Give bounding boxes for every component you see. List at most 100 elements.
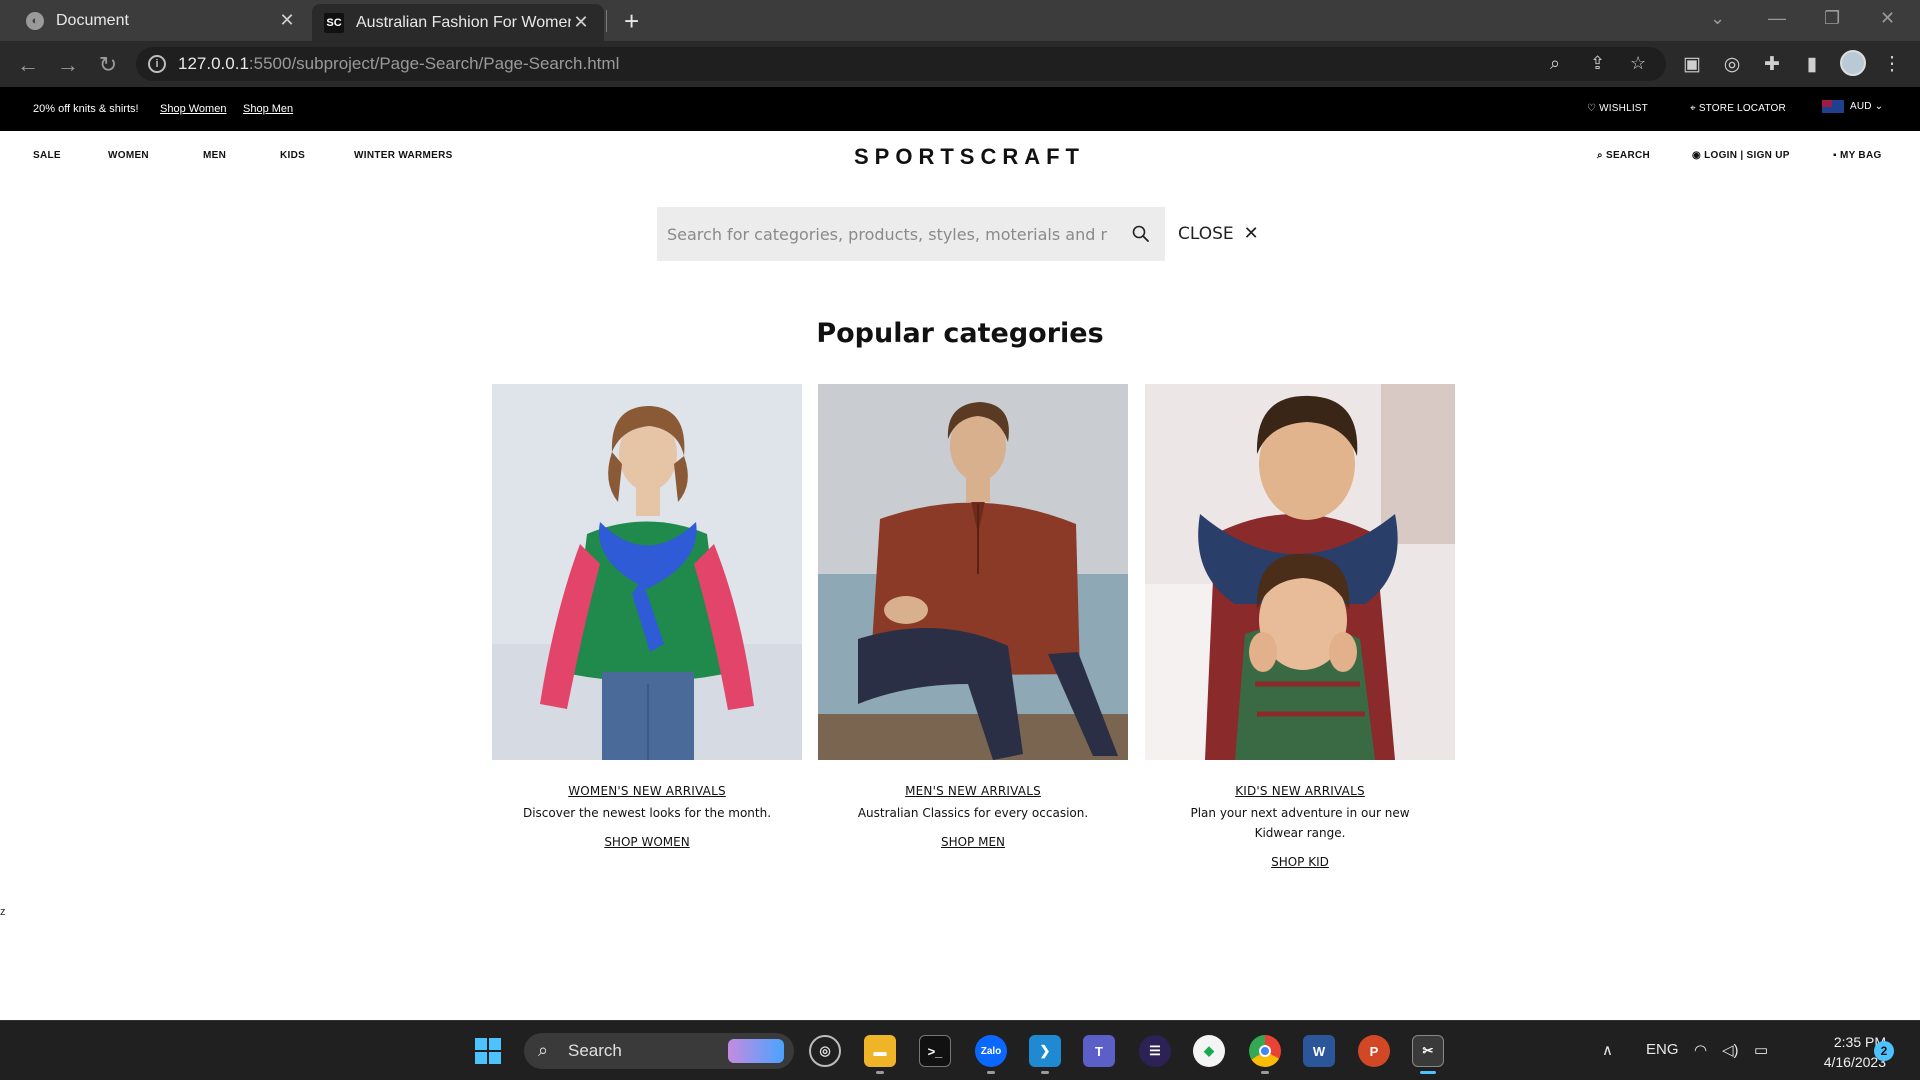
teams-icon[interactable]: T	[1083, 1035, 1115, 1067]
widgets-icon[interactable]: ◎	[809, 1035, 841, 1067]
taskbar-search-label: Search	[568, 1041, 622, 1060]
currency-selector[interactable]: AUD ⌄	[1822, 100, 1883, 113]
close-tab-icon[interactable]: ✕	[572, 13, 590, 31]
nav-men[interactable]: MEN	[203, 150, 226, 161]
tab-document[interactable]: ◐ Document ✕	[10, 0, 310, 41]
category-card-women: WOMEN'S NEW ARRIVALS Discover the newest…	[492, 384, 802, 849]
terminal-icon[interactable]: >_	[919, 1035, 951, 1067]
kids-category-image[interactable]	[1145, 384, 1455, 760]
side-panel-icon[interactable]: ▮	[1800, 53, 1824, 76]
map-pin-icon: ⌖	[1690, 103, 1699, 114]
zalo-icon[interactable]: Zalo	[975, 1035, 1007, 1067]
women-category-image[interactable]	[492, 384, 802, 760]
puzzle-extensions-icon[interactable]: ✚	[1760, 53, 1784, 76]
windows-start-icon[interactable]	[472, 1035, 504, 1067]
back-arrow-icon[interactable]: ←	[16, 52, 40, 78]
powerpoint-icon[interactable]: P	[1358, 1035, 1390, 1067]
battery-icon[interactable]: ▭	[1754, 1041, 1768, 1059]
active-indicator	[1420, 1071, 1436, 1074]
browser-tab-bar: ◐ Document ✕ SC Australian Fashion For W…	[0, 0, 1920, 41]
nav-login[interactable]: ◉ LOGIN | SIGN UP	[1692, 150, 1790, 161]
close-search-button[interactable]: CLOSE ✕	[1178, 223, 1259, 244]
zoom-icon[interactable]: ⌕	[1550, 53, 1560, 74]
chrome-icon[interactable]	[1249, 1035, 1281, 1067]
close-window-button[interactable]: ✕	[1880, 8, 1895, 29]
bookmark-star-icon[interactable]: ☆	[1630, 53, 1646, 74]
language-indicator[interactable]: ENG	[1646, 1041, 1679, 1058]
nav-women[interactable]: WOMEN	[108, 150, 149, 161]
extension-icon[interactable]: ▣	[1680, 53, 1704, 76]
tab-sportscraft[interactable]: SC Australian Fashion For Women & ✕	[312, 4, 604, 41]
minimize-button[interactable]: —	[1768, 8, 1786, 29]
nav-kids[interactable]: KIDS	[280, 150, 305, 161]
vscode-icon[interactable]: ❯	[1029, 1035, 1061, 1067]
running-indicator	[987, 1071, 995, 1074]
men-category-image[interactable]	[818, 384, 1128, 760]
search-box	[657, 207, 1165, 261]
nav-search[interactable]: ⌕ SEARCH	[1597, 150, 1650, 161]
category-title[interactable]: WOMEN'S NEW ARRIVALS	[492, 784, 802, 798]
shop-women-link[interactable]: Shop Women	[160, 103, 226, 115]
chevron-up-icon[interactable]: ∧	[1602, 1041, 1613, 1059]
shop-men-link[interactable]: Shop Men	[243, 103, 293, 115]
forward-arrow-icon[interactable]: →	[56, 52, 80, 78]
wifi-icon[interactable]: ◠	[1694, 1041, 1707, 1059]
category-description: Australian Classics for every occasion.	[857, 806, 1089, 820]
restore-button[interactable]: ❐	[1824, 8, 1840, 29]
new-tab-button[interactable]: +	[624, 6, 639, 37]
compass-extension-icon[interactable]: ◎	[1720, 53, 1744, 76]
share-icon[interactable]: ⇪	[1590, 53, 1605, 74]
word-icon[interactable]: W	[1303, 1035, 1335, 1067]
bag-icon: ▪	[1833, 150, 1840, 161]
search-icon[interactable]	[1131, 224, 1151, 244]
kebab-menu-icon[interactable]: ⋮	[1880, 53, 1904, 76]
shop-men-link[interactable]: SHOP MEN	[818, 835, 1128, 849]
profile-avatar[interactable]	[1840, 50, 1866, 76]
category-description: Discover the newest looks for the month.	[522, 806, 772, 820]
nav-winter-warmers[interactable]: WINTER WARMERS	[354, 150, 453, 161]
category-title[interactable]: MEN'S NEW ARRIVALS	[818, 784, 1128, 798]
address-bar[interactable]: i 127.0.0.1:5500/subproject/Page-Search/…	[136, 47, 1666, 81]
search-icon: ⌕	[538, 1040, 549, 1060]
tab-search-icon[interactable]: ⌄	[1710, 8, 1725, 29]
shop-women-link[interactable]: SHOP WOMEN	[492, 835, 802, 849]
taskbar-clock[interactable]: 2:35 PM 4/16/2023	[1796, 1032, 1886, 1072]
store-locator-link[interactable]: ⌖ STORE LOCATOR	[1690, 103, 1786, 114]
user-icon: ◉	[1692, 150, 1705, 161]
australia-flag-icon	[1822, 100, 1844, 113]
running-indicator	[1261, 1071, 1269, 1074]
snipping-tool-icon[interactable]: ✂	[1412, 1035, 1444, 1067]
site-info-icon[interactable]: i	[148, 55, 166, 73]
tab-title: Australian Fashion For Women &	[356, 13, 571, 31]
nav-sale[interactable]: SALE	[33, 150, 61, 161]
volume-icon[interactable]: ◁)	[1722, 1041, 1739, 1059]
clock-date: 4/16/2023	[1823, 1054, 1886, 1070]
tab-title: Document	[56, 11, 129, 29]
notification-badge[interactable]: 2	[1874, 1041, 1894, 1061]
url-text[interactable]: 127.0.0.1:5500/subproject/Page-Search/Pa…	[178, 54, 619, 74]
close-tab-icon[interactable]: ✕	[278, 11, 296, 29]
browser-toolbar: ← → ↻ i 127.0.0.1:5500/subproject/Page-S…	[0, 41, 1920, 87]
running-indicator	[876, 1071, 884, 1074]
tab-separator	[606, 10, 607, 32]
promo-bar: 20% off knits & shirts! Shop Women Shop …	[0, 87, 1920, 131]
sportscraft-logo[interactable]: SPORTSCRAFT	[854, 144, 1085, 170]
windows-taskbar: ⌕ Search ◎ ▬ >_ Zalo ❯ T ☰ ◆ W P ✂ ∧ ENG…	[0, 1020, 1920, 1080]
taskbar-search[interactable]: ⌕ Search	[524, 1033, 794, 1069]
nav-bag[interactable]: ▪ MY BAG	[1833, 150, 1882, 161]
chevron-down-icon: ⌄	[1871, 101, 1884, 113]
shop-kid-link[interactable]: SHOP KID	[1145, 855, 1455, 869]
mongodb-compass-icon[interactable]: ◆	[1193, 1035, 1225, 1067]
wishlist-link[interactable]: ♡ WISHLIST	[1587, 103, 1648, 114]
search-input[interactable]	[667, 207, 1107, 261]
category-title[interactable]: KID'S NEW ARRIVALS	[1145, 784, 1455, 798]
close-label: CLOSE	[1178, 224, 1234, 244]
promo-text: 20% off knits & shirts!	[33, 103, 139, 115]
clock-time: 2:35 PM	[1833, 1034, 1886, 1050]
reload-icon[interactable]: ↻	[96, 52, 120, 78]
category-card-men: MEN'S NEW ARRIVALS Australian Classics f…	[818, 384, 1128, 849]
eclipse-icon[interactable]: ☰	[1139, 1035, 1171, 1067]
category-description: Plan your next adventure in our new Kidw…	[1190, 806, 1410, 840]
file-explorer-icon[interactable]: ▬	[864, 1035, 896, 1067]
globe-icon: ◐	[26, 11, 44, 30]
